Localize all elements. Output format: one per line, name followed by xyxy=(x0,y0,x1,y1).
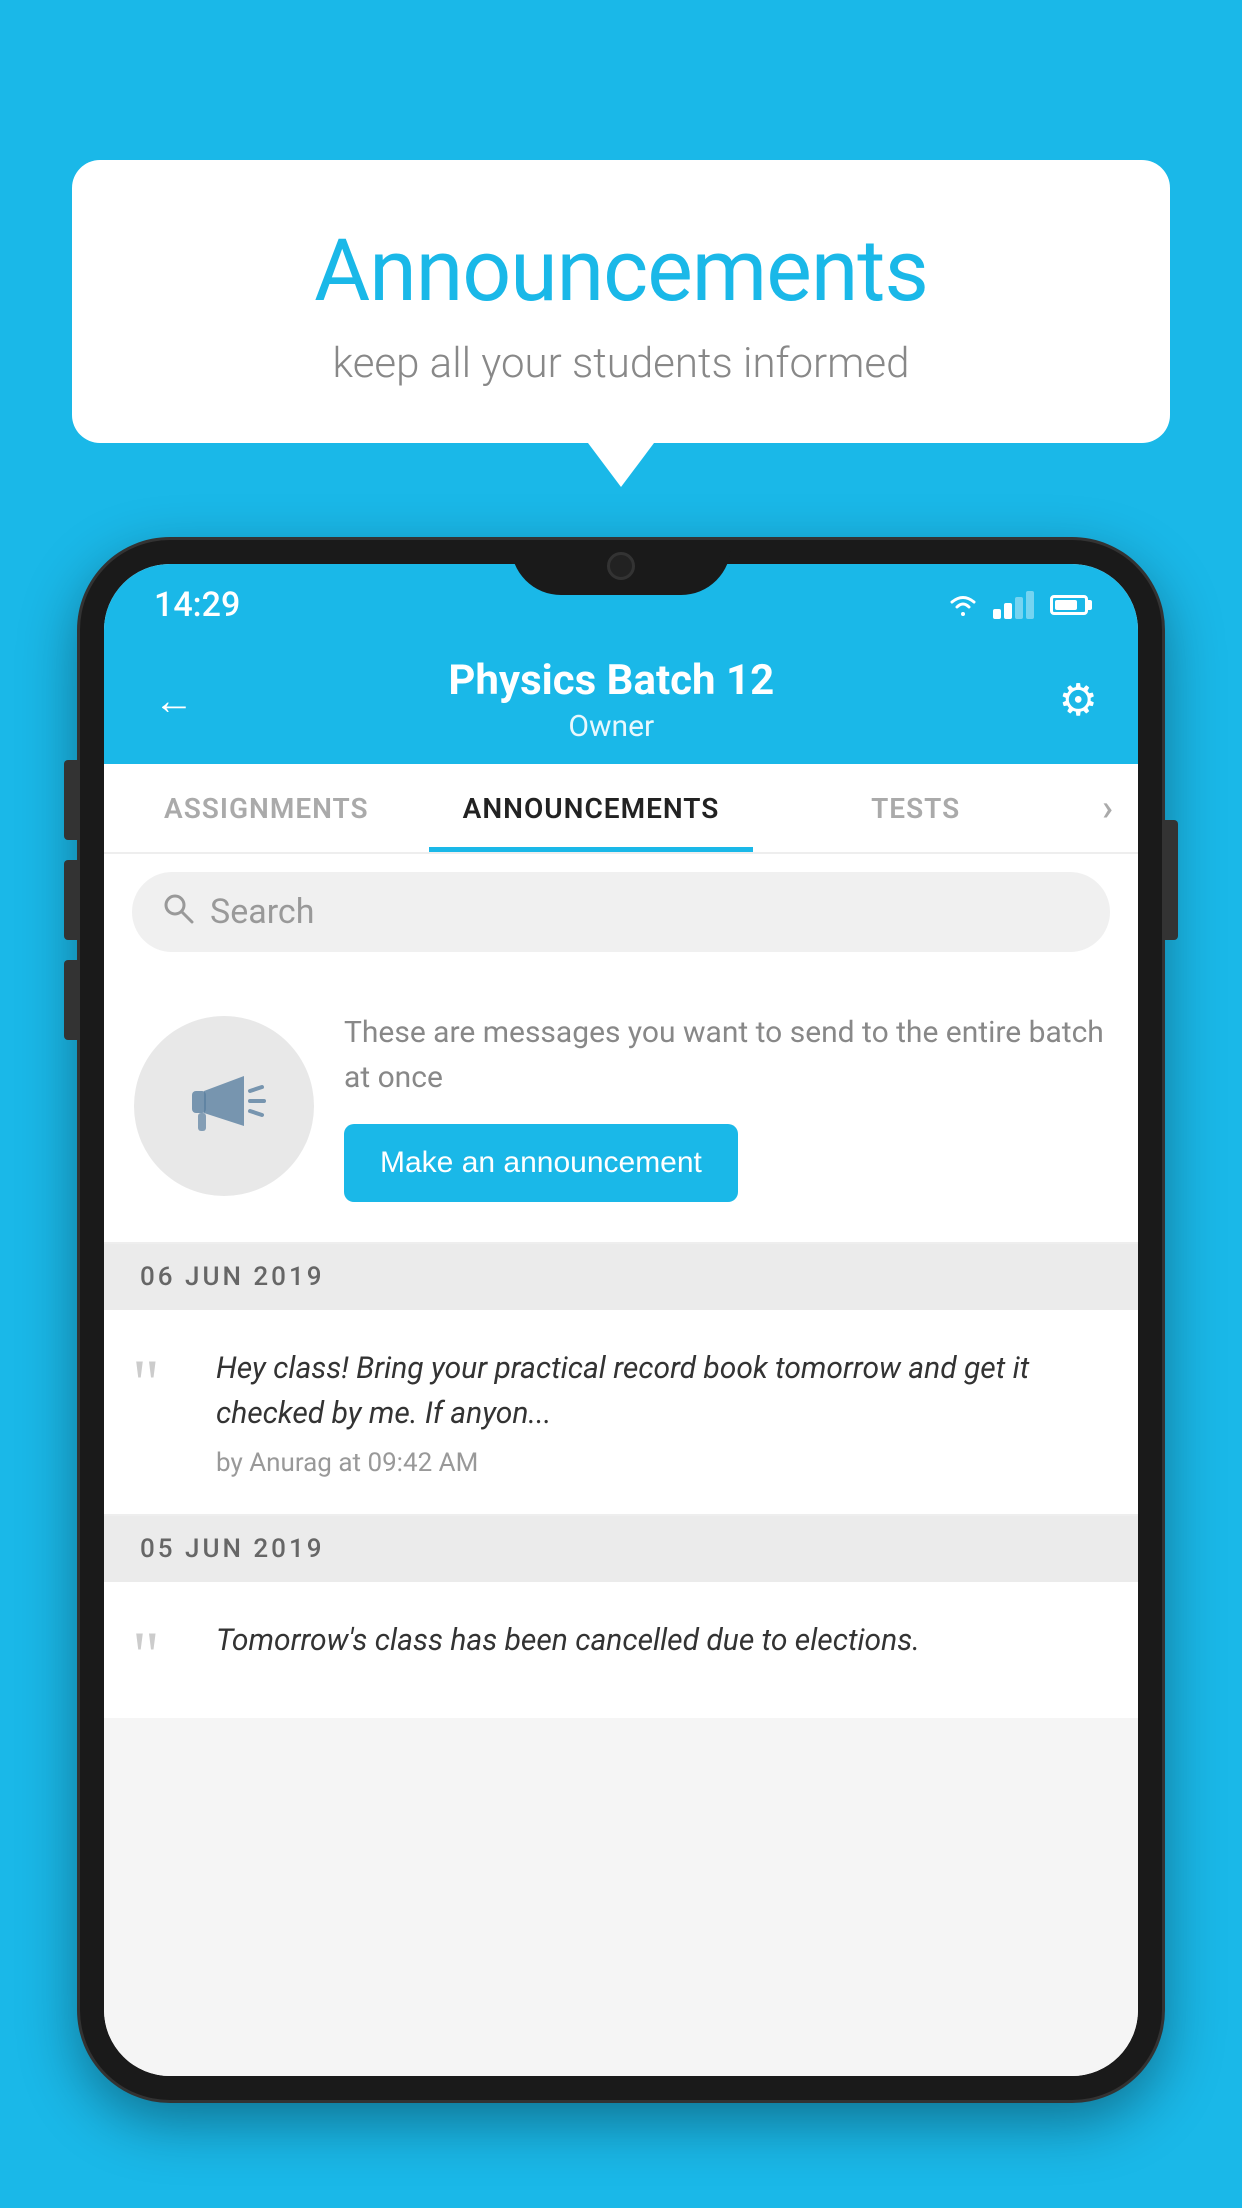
date-separator-2: 05 JUN 2019 xyxy=(104,1516,1138,1582)
quote-icon-1: " xyxy=(132,1356,192,1410)
battery-icon xyxy=(1050,595,1088,615)
wifi-icon xyxy=(945,591,981,619)
announcement-icon-circle xyxy=(134,1016,314,1196)
search-bar-wrapper: Search xyxy=(104,854,1138,970)
speech-bubble: Announcements keep all your students inf… xyxy=(72,160,1170,443)
tabs-bar: ASSIGNMENTS ANNOUNCEMENTS TESTS › xyxy=(104,764,1138,854)
phone-screen: 14:29 xyxy=(104,564,1138,2076)
tab-tests[interactable]: TESTS xyxy=(753,764,1078,852)
search-placeholder: Search xyxy=(210,892,314,932)
settings-icon[interactable]: ⚙ xyxy=(1059,674,1098,726)
back-button[interactable]: ← xyxy=(144,667,204,734)
announcement-prompt: These are messages you want to send to t… xyxy=(104,970,1138,1244)
announcement-right: These are messages you want to send to t… xyxy=(344,1010,1108,1202)
make-announcement-button[interactable]: Make an announcement xyxy=(344,1124,738,1202)
speech-bubble-title: Announcements xyxy=(152,220,1090,321)
phone-frame: 14:29 xyxy=(80,540,1162,2100)
announcement-meta-1: by Anurag at 09:42 AM xyxy=(216,1448,1102,1478)
screen-content: Search xyxy=(104,854,1138,2076)
announcement-text-1: Hey class! Bring your practical record b… xyxy=(216,1346,1102,1478)
announcement-item-2[interactable]: " Tomorrow's class has been cancelled du… xyxy=(104,1582,1138,1718)
search-bar[interactable]: Search xyxy=(132,872,1110,952)
app-bar-title: Physics Batch 12 xyxy=(224,656,999,705)
announcement-message-1: Hey class! Bring your practical record b… xyxy=(216,1346,1102,1436)
phone-volume-up2 xyxy=(64,960,78,1040)
megaphone-icon xyxy=(174,1061,274,1151)
status-icons xyxy=(945,591,1088,619)
announcement-description: These are messages you want to send to t… xyxy=(344,1010,1108,1100)
tab-assignments[interactable]: ASSIGNMENTS xyxy=(104,764,429,852)
phone-volume-up xyxy=(64,760,78,840)
signal-icon xyxy=(993,591,1034,619)
tab-more[interactable]: › xyxy=(1078,764,1138,852)
app-bar-title-section: Physics Batch 12 Owner xyxy=(224,656,999,744)
phone-container: 14:29 xyxy=(80,540,1162,2208)
phone-volume-down xyxy=(64,860,78,940)
app-bar-subtitle: Owner xyxy=(224,709,999,744)
announcement-item-1[interactable]: " Hey class! Bring your practical record… xyxy=(104,1310,1138,1516)
tab-announcements[interactable]: ANNOUNCEMENTS xyxy=(429,764,754,852)
phone-power-button xyxy=(1164,820,1178,940)
announcement-message-2: Tomorrow's class has been cancelled due … xyxy=(216,1618,1102,1663)
speech-bubble-container: Announcements keep all your students inf… xyxy=(72,160,1170,443)
date-separator-1: 06 JUN 2019 xyxy=(104,1244,1138,1310)
app-bar: ← Physics Batch 12 Owner ⚙ xyxy=(104,636,1138,764)
announcement-text-2: Tomorrow's class has been cancelled due … xyxy=(216,1618,1102,1675)
speech-bubble-subtitle: keep all your students informed xyxy=(152,339,1090,388)
phone-camera xyxy=(607,552,635,580)
quote-icon-2: " xyxy=(132,1628,192,1682)
search-icon xyxy=(162,891,194,933)
status-time: 14:29 xyxy=(154,585,240,625)
